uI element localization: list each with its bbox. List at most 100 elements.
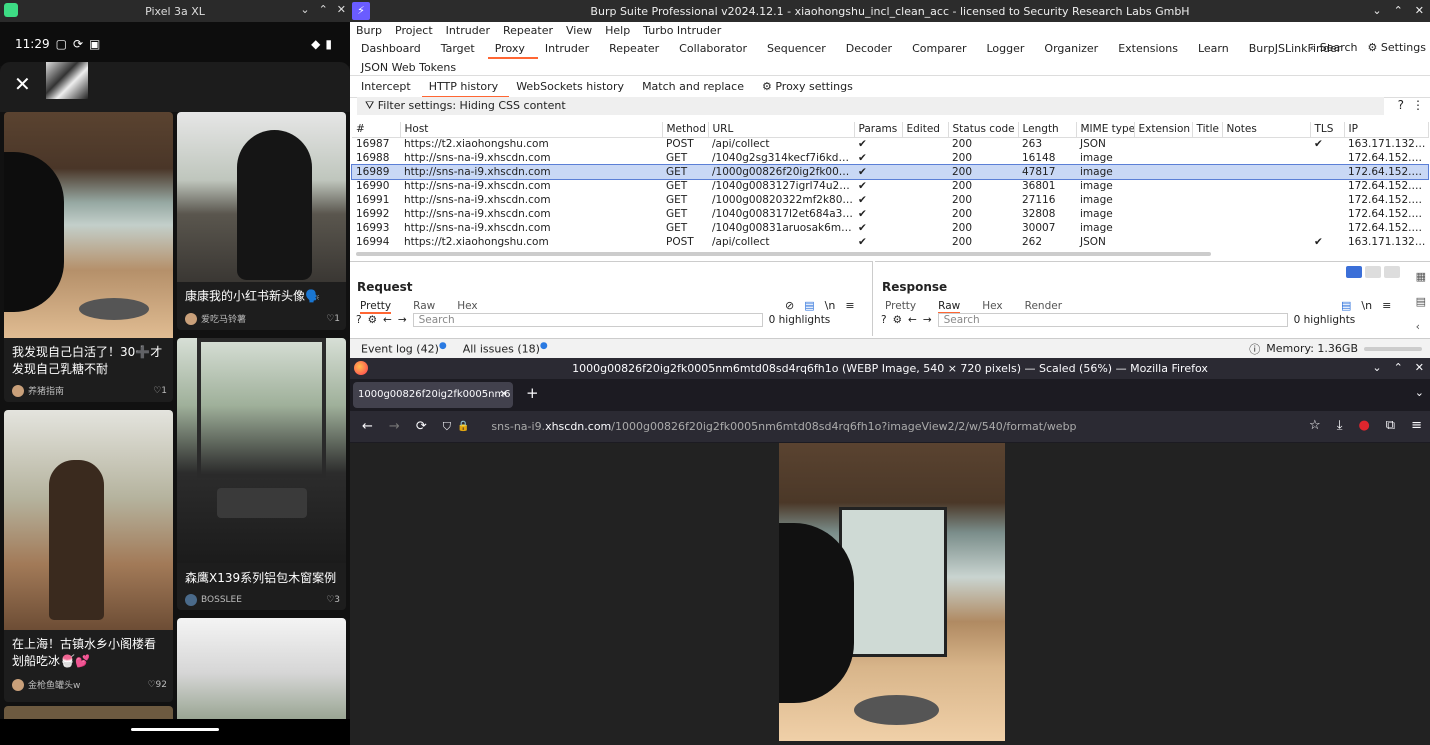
event-log-button[interactable]: Event log (42)● [361,341,447,356]
gear-icon[interactable]: ⚙ [893,314,902,326]
response-search-input[interactable]: Search [937,313,1288,327]
tab-comparer[interactable]: Comparer [905,38,979,59]
reload-icon[interactable]: ⟳ [416,419,427,434]
horizontal-scrollbar[interactable] [356,252,1211,256]
tab-extensions[interactable]: Extensions [1111,38,1191,59]
back-icon[interactable]: ← [362,419,373,434]
newline-icon[interactable]: \n [825,299,836,312]
table-row[interactable]: 16989 http://sns-na-i9.xhscdn.com GET/1000… [351,164,1429,180]
back-icon[interactable]: ← [908,314,917,326]
column-header[interactable]: Status code [948,122,1019,138]
tab-sequencer[interactable]: Sequencer [760,38,839,59]
tab-proxy-settings[interactable]: ⚙ Proxy settings [755,76,864,98]
tab-intercept[interactable]: Intercept [354,76,422,98]
table-row[interactable]: 16987 https://t2.xiaohongshu.com POST/api/… [352,137,1428,151]
home-gesture-bar[interactable] [131,728,219,731]
wrap-icon[interactable]: ▤ [804,299,814,312]
back-icon[interactable]: ← [383,314,392,326]
tab-json-web-tokens[interactable]: JSON Web Tokens [350,59,1430,76]
table-row[interactable]: 16993 http://sns-na-i9.xhscdn.com GET/1040… [352,221,1428,235]
menu-icon[interactable]: ≡ [845,299,854,312]
forward-icon[interactable]: → [923,314,932,326]
lock-icon[interactable]: 🔒 [457,421,469,432]
bookmark-star-icon[interactable]: ☆ [1309,418,1321,433]
minimize-icon[interactable]: ⌄ [300,3,309,16]
table-row[interactable]: 16988 http://sns-na-i9.xhscdn.com GET/1040… [352,151,1428,165]
menu-view[interactable]: View [566,24,592,37]
column-header[interactable]: Notes [1222,122,1311,138]
tab-learn[interactable]: Learn [1191,38,1242,59]
feed-card[interactable]: 在上海！古镇水乡小阁楼看划船吃冰🍧💕 金枪鱼罐头w ♡92 [4,410,173,702]
column-header[interactable]: IP [1344,122,1429,138]
tab-repeater[interactable]: Repeater [602,38,672,59]
menu-burp[interactable]: Burp [356,24,382,37]
feed-card[interactable]: 康康我的小红书新头像🗣️ 爱吃马铃薯 ♡1 [177,112,346,330]
column-header[interactable]: # [352,122,401,138]
feed-card[interactable]: 森鹰X139系列铝包木窗案例 BOSSLEE ♡3 [177,338,346,610]
layout-side-by-side-button[interactable] [1346,266,1362,278]
menu-project[interactable]: Project [395,24,433,37]
close-icon[interactable]: ✕ [337,3,346,16]
request-search-input[interactable]: Search [412,313,763,327]
tab-websockets-history[interactable]: WebSockets history [509,76,635,98]
layout-stacked-button[interactable] [1365,266,1381,278]
table-row[interactable]: 16991 http://sns-na-i9.xhscdn.com GET/1000… [352,193,1428,207]
close-icon[interactable]: ✕ [1415,4,1424,17]
feed-card[interactable] [177,618,346,728]
minimize-icon[interactable]: ⌄ [1372,4,1381,17]
browser-tab[interactable]: 1000g00826f20ig2fk0005nm6 ✕ [353,382,513,408]
tab-organizer[interactable]: Organizer [1037,38,1111,59]
maximize-icon[interactable]: ⌃ [1394,361,1403,374]
card-likes[interactable]: ♡92 [147,680,167,690]
table-row[interactable]: 16994 https://t2.xiaohongshu.com POST/api/… [352,235,1428,249]
notes-icon[interactable]: ▤ [1416,295,1426,308]
all-issues-button[interactable]: All issues (18)● [463,341,548,356]
new-tab-button[interactable]: + [526,384,539,402]
minimize-icon[interactable]: ⌄ [1372,361,1381,374]
tab-collaborator[interactable]: Collaborator [672,38,760,59]
column-header[interactable]: Method [662,122,709,138]
column-header[interactable]: Length [1018,122,1077,138]
tracking-shield-icon[interactable]: ⛉ [443,420,451,434]
maximize-icon[interactable]: ⌃ [319,3,328,16]
tab-proxy[interactable]: Proxy [487,38,538,59]
tab-intruder[interactable]: Intruder [538,38,602,59]
source-thumbnail[interactable] [46,62,88,99]
hide-icon[interactable]: ⊘ [785,299,794,312]
tab-target[interactable]: Target [434,38,488,59]
displayed-webp-image[interactable] [779,443,1005,741]
menu-intruder[interactable]: Intruder [446,24,490,37]
column-header[interactable]: Host [400,122,663,138]
app-menu-icon[interactable]: ≡ [1411,418,1422,433]
newline-icon[interactable]: \n [1361,299,1372,312]
forward-icon[interactable]: → [398,314,407,326]
search-button[interactable]: ⌕ Search [1310,41,1357,55]
column-header[interactable]: TLS [1310,122,1345,138]
downloads-icon[interactable]: ⤓ [1337,418,1343,433]
maximize-icon[interactable]: ⌃ [1394,4,1403,17]
filter-bar[interactable]: ⛛ Filter settings: Hiding CSS content [357,97,1384,115]
help-icon[interactable]: ? [881,314,887,326]
help-icon[interactable]: ? [356,314,362,326]
menu-help[interactable]: Help [605,24,630,37]
tab-http-history[interactable]: HTTP history [421,76,510,98]
wrap-icon[interactable]: ▤ [1341,299,1351,312]
table-row[interactable]: 16990 http://sns-na-i9.xhscdn.com GET/1040… [352,179,1428,193]
help-icon[interactable]: ? [1398,98,1404,112]
menu-turbo-intruder[interactable]: Turbo Intruder [643,24,721,37]
column-header[interactable]: Extension [1134,122,1193,138]
tab-dashboard[interactable]: Dashboard [354,38,434,59]
card-likes[interactable]: ♡3 [326,595,340,605]
column-header[interactable]: MIME type [1076,122,1135,138]
column-header[interactable]: URL [708,122,855,138]
ublock-icon[interactable]: ● [1358,418,1369,433]
settings-button[interactable]: ⚙ Settings [1368,41,1427,55]
table-row[interactable]: 16992 http://sns-na-i9.xhscdn.com GET/1040… [352,207,1428,221]
tab-decoder[interactable]: Decoder [839,38,905,59]
tab-match-and-replace[interactable]: Match and replace [635,76,755,98]
card-likes[interactable]: ♡1 [326,314,340,324]
tab-logger[interactable]: Logger [979,38,1037,59]
column-header[interactable]: Edited [902,122,949,138]
collapse-icon[interactable]: ‹ [1416,320,1426,333]
gear-icon[interactable]: ⚙ [368,314,377,326]
